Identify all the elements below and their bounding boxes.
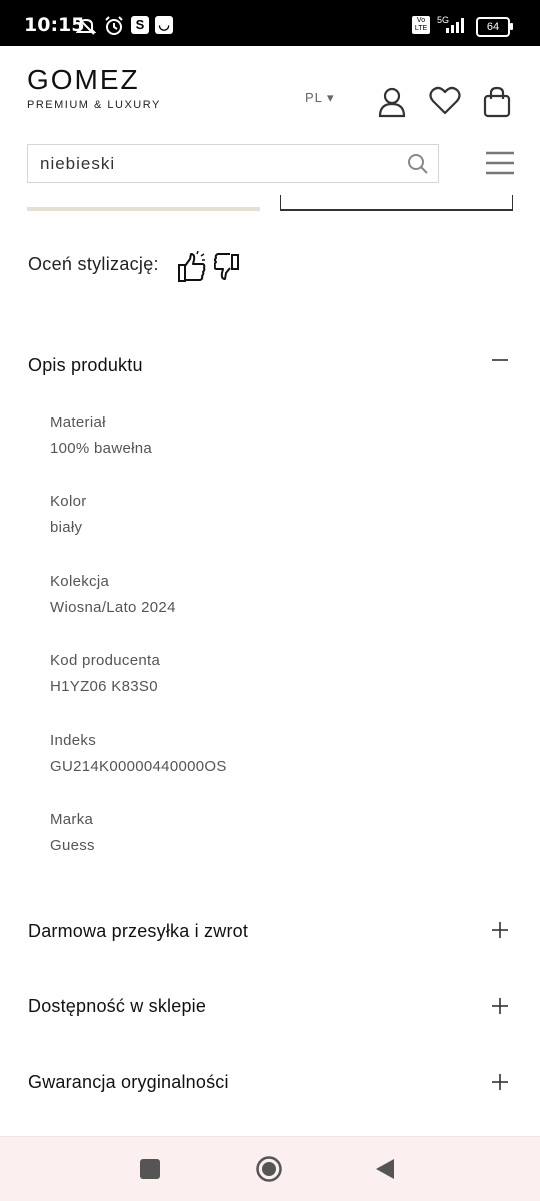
home-button[interactable] bbox=[255, 1155, 283, 1188]
status-bar: 10:15 S ◡ Vo LTE 5G 64 bbox=[0, 0, 540, 46]
system-nav-bar bbox=[0, 1136, 540, 1201]
attr-label-material: Materiał bbox=[50, 414, 106, 431]
s-app-icon: S bbox=[131, 16, 149, 34]
language-selector[interactable]: PL ▾ bbox=[305, 90, 335, 106]
logo[interactable]: GOMEZ PREMIUM & LUXURY bbox=[27, 64, 161, 111]
thumbs-down-icon[interactable] bbox=[213, 251, 240, 286]
attr-value-index: GU214K00000440000OS bbox=[50, 758, 227, 775]
recent-apps-button[interactable] bbox=[140, 1159, 160, 1179]
volte-icon: Vo LTE bbox=[412, 16, 430, 34]
shopping-app-icon: ◡ bbox=[155, 16, 173, 34]
expand-icon[interactable] bbox=[490, 1072, 510, 1092]
heart-icon[interactable] bbox=[429, 86, 461, 121]
language-label: PL bbox=[305, 90, 323, 105]
description-title[interactable]: Opis produktu bbox=[28, 355, 143, 376]
tab-indicator bbox=[27, 207, 260, 211]
menu-icon[interactable] bbox=[486, 150, 514, 181]
attr-label-collection: Kolekcja bbox=[50, 573, 110, 590]
logo-name: GOMEZ bbox=[27, 64, 140, 95]
caret-down-icon: ▾ bbox=[327, 90, 335, 105]
search-input[interactable] bbox=[40, 153, 390, 175]
back-button[interactable] bbox=[374, 1157, 396, 1186]
expand-icon[interactable] bbox=[490, 996, 510, 1016]
attr-value-collection: Wiosna/Lato 2024 bbox=[50, 599, 176, 616]
accordion-authenticity[interactable]: Gwarancja oryginalności bbox=[28, 1072, 229, 1093]
rating-label: Oceń stylizację: bbox=[28, 254, 159, 274]
search-icon[interactable] bbox=[406, 152, 430, 181]
accordion-free-shipping[interactable]: Darmowa przesyłka i zwrot bbox=[28, 921, 248, 942]
collapse-icon[interactable] bbox=[490, 350, 510, 370]
attr-label-producer-code: Kod producenta bbox=[50, 652, 161, 669]
bag-icon[interactable] bbox=[482, 86, 512, 123]
attr-value-producer-code: H1YZ06 K83S0 bbox=[50, 678, 158, 695]
attr-label-brand: Marka bbox=[50, 811, 94, 828]
accordion-store-availability[interactable]: Dostępność w sklepie bbox=[28, 996, 206, 1017]
expand-icon[interactable] bbox=[490, 920, 510, 940]
mute-icon bbox=[75, 16, 97, 41]
battery-icon: 64 bbox=[476, 17, 513, 37]
alarm-icon bbox=[104, 16, 124, 41]
thumbs-up-icon[interactable] bbox=[177, 250, 207, 288]
outlined-button-edge[interactable] bbox=[280, 195, 513, 211]
attr-value-material: 100% bawełna bbox=[50, 440, 153, 457]
attr-label-color: Kolor bbox=[50, 493, 87, 510]
attr-value-brand: Guess bbox=[50, 837, 95, 854]
account-icon[interactable] bbox=[377, 86, 407, 123]
logo-tagline: PREMIUM & LUXURY bbox=[27, 99, 161, 111]
search-box[interactable] bbox=[27, 144, 439, 183]
attr-label-index: Indeks bbox=[50, 732, 96, 749]
attr-value-color: biały bbox=[50, 519, 83, 536]
signal-icon bbox=[446, 17, 468, 38]
